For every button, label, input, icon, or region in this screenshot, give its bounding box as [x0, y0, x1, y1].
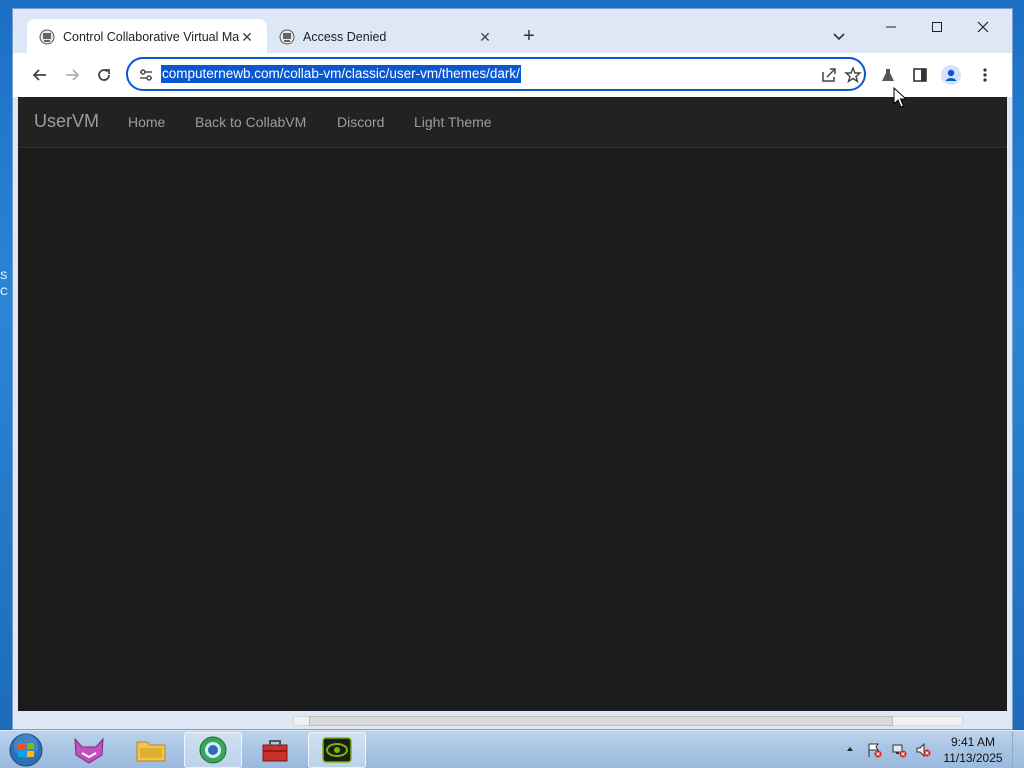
avatar-icon	[941, 65, 961, 85]
browser-window: Control Collaborative Virtual Ma ✕ Acces…	[12, 8, 1013, 730]
flask-icon	[882, 69, 894, 81]
url-text[interactable]: computernewb.com/collab-vm/classic/user-…	[161, 65, 521, 83]
nav-link-back-to-collabvm[interactable]: Back to CollabVM	[195, 114, 306, 130]
site-brand[interactable]: UserVM	[34, 111, 99, 132]
toolbox-icon	[262, 740, 288, 762]
site-settings-icon[interactable]	[138, 67, 154, 83]
back-button[interactable]	[28, 63, 52, 87]
maximize-button[interactable]	[915, 15, 959, 39]
page-content: UserVM Home Back to CollabVM Discord Lig…	[18, 97, 1007, 711]
new-tab-button[interactable]: +	[517, 25, 541, 49]
bookmark-star-icon[interactable]	[844, 66, 862, 84]
tab-access-denied[interactable]: Access Denied ✕	[267, 19, 505, 55]
labs-flask-button[interactable]	[878, 65, 898, 85]
browser-menu-button[interactable]	[975, 65, 995, 85]
taskbar-app-browser[interactable]	[184, 732, 242, 768]
forward-button[interactable]	[60, 63, 84, 87]
browser-toolbar: computernewb.com/collab-vm/classic/user-…	[13, 53, 1012, 97]
desktop-icon-label-peek: S C	[0, 270, 8, 298]
folder-icon	[136, 741, 166, 762]
nav-link-home[interactable]: Home	[128, 114, 165, 130]
tray-expand-icon[interactable]	[846, 745, 854, 753]
minimize-button[interactable]	[869, 15, 913, 39]
taskbar-app-toolbox[interactable]	[246, 732, 304, 768]
profile-button[interactable]	[941, 65, 961, 85]
taskbar: 9:41 AM 11/13/2025	[0, 730, 1024, 768]
action-center-flag-icon[interactable]	[866, 742, 882, 758]
reload-button[interactable]	[92, 63, 116, 87]
nvidia-app-icon	[322, 737, 352, 763]
tab-title: Control Collaborative Virtual Ma	[63, 30, 239, 44]
arrow-right-icon	[66, 69, 80, 81]
close-window-button[interactable]	[961, 15, 1005, 39]
show-desktop-button[interactable]	[1012, 731, 1024, 768]
browser-globe-icon	[199, 736, 227, 764]
taskbar-app-nvidia[interactable]	[308, 732, 366, 768]
tab-strip: Control Collaborative Virtual Ma ✕ Acces…	[13, 9, 1012, 55]
scrollbar-thumb[interactable]	[309, 716, 893, 726]
maximize-icon	[932, 22, 942, 32]
reload-icon	[98, 69, 110, 81]
taskbar-app-explorer[interactable]	[122, 732, 180, 768]
chevron-down-icon[interactable]	[829, 27, 849, 47]
volume-muted-icon[interactable]	[915, 742, 931, 758]
clock-time: 9:41 AM	[950, 735, 996, 749]
arrow-left-icon	[32, 69, 46, 81]
system-clock[interactable]: 9:41 AM 11/13/2025	[940, 734, 1006, 766]
computer-favicon-icon	[39, 29, 55, 45]
horizontal-scrollbar[interactable]	[13, 713, 1012, 729]
taskbar-app-purple-fox[interactable]	[60, 732, 118, 768]
share-icon[interactable]	[820, 66, 838, 84]
fox-app-icon	[74, 737, 104, 764]
site-navbar: UserVM Home Back to CollabVM Discord Lig…	[18, 97, 1007, 148]
tab-close-icon[interactable]: ✕	[239, 29, 255, 45]
nav-link-light-theme[interactable]: Light Theme	[414, 114, 492, 130]
computer-favicon-icon	[279, 29, 295, 45]
clock-date: 11/13/2025	[943, 751, 1003, 765]
tab-close-icon[interactable]: ✕	[477, 29, 493, 45]
network-icon[interactable]	[891, 742, 907, 758]
minimize-icon	[886, 26, 896, 28]
side-panel-button[interactable]	[910, 65, 930, 85]
kebab-menu-icon	[983, 68, 987, 82]
side-panel-icon	[913, 68, 927, 82]
nav-link-discord[interactable]: Discord	[337, 114, 384, 130]
mouse-cursor-icon	[893, 87, 907, 108]
start-button[interactable]	[6, 732, 46, 768]
tab-title: Access Denied	[303, 30, 387, 44]
tab-collabvm[interactable]: Control Collaborative Virtual Ma ✕	[27, 19, 267, 55]
close-icon	[977, 21, 989, 33]
address-bar[interactable]: computernewb.com/collab-vm/classic/user-…	[126, 57, 866, 91]
